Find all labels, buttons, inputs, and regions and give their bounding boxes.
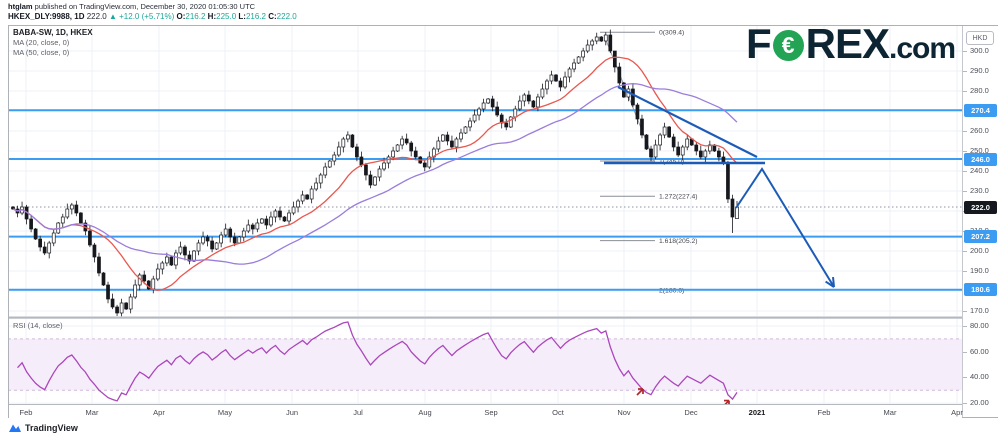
last-price: 222.0	[87, 12, 107, 21]
time-axis-label[interactable]: Oct	[552, 408, 564, 417]
legend-symbol: BABA-SW, 1D, HKEX	[13, 28, 93, 38]
pane-separator	[8, 317, 962, 319]
time-axis-label[interactable]: Mar	[86, 408, 99, 417]
rsi-axis-label[interactable]: 40.00	[970, 372, 989, 382]
chart-legend[interactable]: BABA-SW, 1D, HKEX MA (20, close, 0) MA (…	[13, 28, 93, 58]
time-axis-label[interactable]: Jun	[286, 408, 298, 417]
price-axis-label[interactable]: 170.0	[970, 306, 989, 316]
axis-tick	[963, 251, 967, 252]
publish-info: htglam published on TradingView.com, Dec…	[8, 2, 255, 11]
price-change: ▲ +12.0 (+5.71%)	[109, 12, 174, 21]
price-axis[interactable]: HKD300.0290.0280.0260.0250.0240.0230.022…	[962, 26, 999, 417]
open-value: 216.2	[185, 12, 205, 21]
low-value: 216.2	[246, 12, 266, 21]
forex-watermark: F € REX .com	[746, 26, 955, 62]
axis-tick	[963, 51, 967, 52]
time-axis-label[interactable]: Dec	[684, 408, 697, 417]
level-price-badge[interactable]: 207.2	[964, 230, 997, 243]
projection-zigzag	[736, 169, 834, 287]
close-label: C:	[268, 12, 276, 21]
axis-tick	[963, 131, 967, 132]
rsi-legend: RSI (14, close)	[13, 321, 63, 330]
currency-label: HKD	[966, 31, 994, 45]
publish-text: published on TradingView.com, December 3…	[33, 2, 256, 11]
price-axis-label[interactable]: 280.0	[970, 86, 989, 96]
close-value: 222.0	[277, 12, 297, 21]
rsi-axis-label[interactable]: 20.00	[970, 398, 989, 408]
rsi-band	[8, 339, 962, 390]
last-price-badge[interactable]: 222.0	[964, 201, 997, 214]
fib-level-label: 0(309.4)	[659, 30, 684, 37]
time-axis-label[interactable]: 2021	[749, 408, 766, 417]
projection-arrowhead	[833, 277, 834, 287]
legend-ma20: MA (20, close, 0)	[13, 38, 93, 48]
price-axis-label[interactable]: 300.0	[970, 46, 989, 56]
rsi-axis-label[interactable]: 80.00	[970, 321, 989, 331]
time-axis-label[interactable]: Feb	[818, 408, 831, 417]
axis-tick	[963, 91, 967, 92]
axis-tick	[963, 311, 967, 312]
level-price-badge[interactable]: 180.6	[964, 283, 997, 296]
rsi-axis-label[interactable]: 60.00	[970, 347, 989, 357]
price-axis-label[interactable]: 290.0	[970, 66, 989, 76]
time-axis-label[interactable]: Sep	[484, 408, 497, 417]
time-axis-label[interactable]: May	[218, 408, 232, 417]
publisher-username: htglam	[8, 2, 33, 11]
price-axis-label[interactable]: 230.0	[970, 186, 989, 196]
tradingview-logo-text: TradingView	[25, 423, 78, 433]
low-label: L:	[238, 12, 246, 21]
axis-tick	[963, 326, 967, 327]
time-axis-label[interactable]: Jul	[353, 408, 363, 417]
legend-ma50: MA (50, close, 0)	[13, 48, 93, 58]
time-axis-label[interactable]: Aug	[418, 408, 431, 417]
forex-letter-f: F	[746, 26, 771, 62]
time-axis-label[interactable]: Nov	[617, 408, 630, 417]
time-axis[interactable]: Feb Mar Apr May Jun Jul Aug Sep Oct Nov Dec 2021 Feb…	[9, 404, 962, 418]
tradingview-logo-icon	[8, 423, 22, 433]
level-price-badge[interactable]: 246.0	[964, 153, 997, 166]
fib-level-label: 1.618(205.2)	[659, 238, 698, 245]
candlesticks	[12, 30, 739, 317]
forex-letters-rex: REX	[806, 26, 889, 62]
time-axis-label[interactable]: Apr	[153, 408, 165, 417]
tradingview-logo[interactable]: TradingView	[8, 423, 78, 433]
axis-tick	[963, 191, 967, 192]
time-axis-label[interactable]: Feb	[20, 408, 33, 417]
level-price-badge[interactable]: 270.4	[964, 104, 997, 117]
price-axis-label[interactable]: 200.0	[970, 246, 989, 256]
time-axis-label[interactable]: Apr	[951, 408, 963, 417]
symbol-ohlc-bar: HKEX_DLY:9988, 1D 222.0 ▲ +12.0 (+5.71%)…	[8, 12, 297, 21]
high-value: 225.0	[216, 12, 236, 21]
symbol-name: HKEX_DLY:9988, 1D	[8, 12, 84, 21]
price-axis-label[interactable]: 260.0	[970, 126, 989, 136]
axis-tick	[963, 403, 967, 404]
axis-tick	[963, 352, 967, 353]
axis-tick	[963, 151, 967, 152]
time-axis-label[interactable]: Mar	[884, 408, 897, 417]
axis-tick	[963, 377, 967, 378]
axis-tick	[963, 171, 967, 172]
price-axis-label[interactable]: 190.0	[970, 266, 989, 276]
fib-level-label: 1.272(227.4)	[659, 194, 698, 201]
high-label: H:	[208, 12, 216, 21]
axis-tick	[963, 271, 967, 272]
forex-coin-icon: €	[773, 30, 804, 61]
price-chart-canvas[interactable]: 0(309.4)1(245.0)1.272(227.4)1.618(205.2)…	[8, 25, 962, 404]
price-axis-label[interactable]: 240.0	[970, 166, 989, 176]
axis-tick	[963, 71, 967, 72]
forex-dotcom: .com	[889, 35, 955, 62]
